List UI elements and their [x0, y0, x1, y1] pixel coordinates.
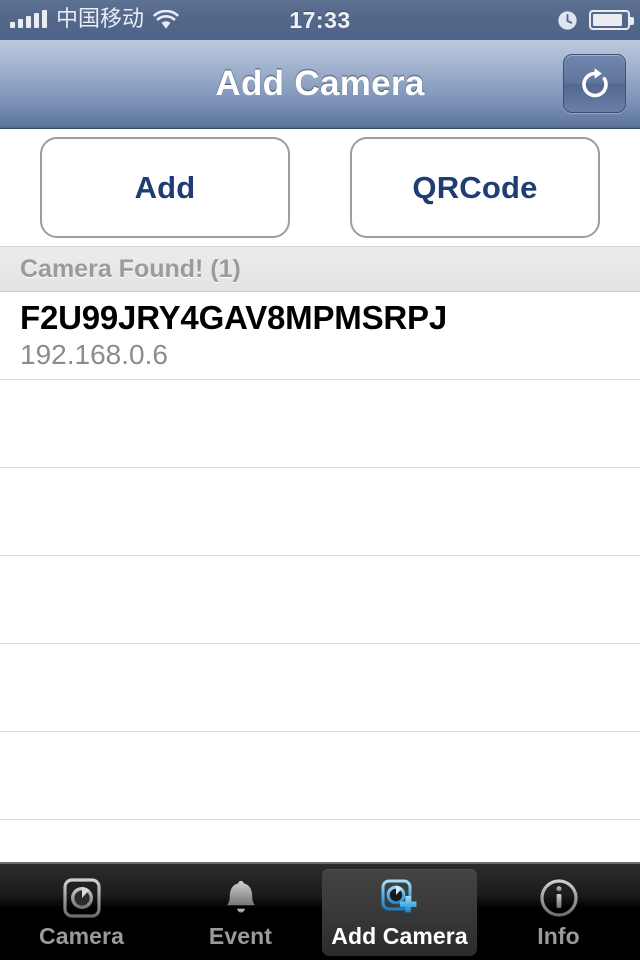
add-camera-icon	[381, 879, 416, 913]
refresh-icon	[581, 67, 608, 97]
page-title: Add Camera	[215, 64, 425, 103]
tab-camera[interactable]: Camera	[4, 869, 159, 956]
table-row	[0, 644, 640, 732]
action-button-row: Add QRCode	[0, 129, 640, 246]
camera-ip-label: 192.168.0.6	[20, 338, 168, 370]
battery-icon	[589, 10, 634, 30]
tab-add-camera[interactable]: Add Camera	[322, 869, 477, 956]
section-header: Camera Found! (1)	[0, 246, 640, 292]
tab-label: Camera	[39, 922, 124, 949]
bell-icon	[226, 880, 255, 913]
tab-event[interactable]: Event	[163, 869, 318, 956]
table-row	[0, 468, 640, 556]
status-bar-right	[557, 10, 634, 31]
table-row	[0, 556, 640, 644]
qrcode-button[interactable]: QRCode	[350, 137, 600, 238]
camera-id-label: F2U99JRY4GAV8MPMSRPJ	[20, 298, 447, 336]
navigation-bar: Add Camera	[0, 40, 640, 129]
refresh-button[interactable]	[563, 54, 626, 113]
tab-label: Add Camera	[331, 922, 468, 949]
status-bar: 中国移动 17:33	[0, 0, 640, 40]
table-row[interactable]: F2U99JRY4GAV8MPMSRPJ 192.168.0.6	[0, 292, 640, 380]
tab-label: Event	[208, 922, 273, 949]
app-screen: 中国移动 17:33 Add Camera Add QRCode Camera …	[0, 0, 640, 960]
alarm-clock-icon	[558, 10, 577, 30]
clock-time-label: 17:33	[289, 6, 351, 33]
camera-icon	[62, 877, 101, 918]
camera-list[interactable]: F2U99JRY4GAV8MPMSRPJ 192.168.0.6	[0, 292, 640, 862]
tab-bar: Camera Event Add Camera Info	[0, 862, 640, 960]
add-button[interactable]: Add	[40, 137, 290, 238]
table-row	[0, 380, 640, 468]
info-icon	[539, 878, 578, 917]
section-header-label: Camera Found! (1)	[20, 254, 241, 283]
tab-label: Info	[537, 922, 580, 949]
tab-info[interactable]: Info	[481, 869, 636, 956]
table-row	[0, 732, 640, 820]
